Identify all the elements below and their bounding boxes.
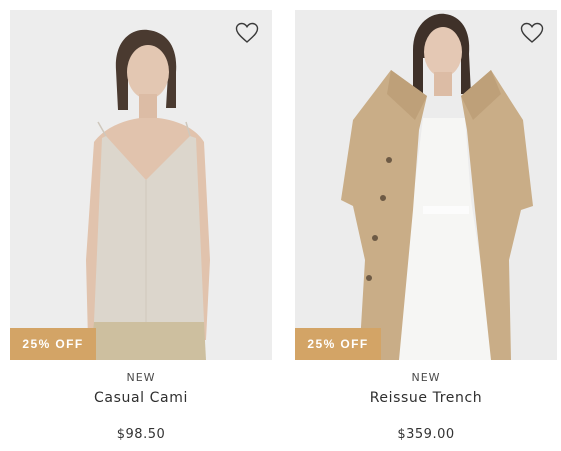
- model-photo: [295, 10, 557, 360]
- wishlist-heart-icon[interactable]: [519, 20, 545, 46]
- product-name-link[interactable]: Casual Cami: [10, 390, 272, 406]
- product-name-link[interactable]: Reissue Trench: [295, 390, 557, 406]
- product-price: $359.00: [397, 427, 455, 442]
- product-card-casual-cami[interactable]: 25% OFF NEW Casual Cami $98.50: [10, 0, 272, 451]
- discount-badge: 25% OFF: [295, 328, 381, 360]
- wishlist-heart-icon[interactable]: [234, 20, 260, 46]
- product-image-casual-cami[interactable]: 25% OFF: [10, 10, 272, 360]
- product-grid: 25% OFF NEW Casual Cami $98.50 25% OFF N…: [0, 0, 561, 451]
- discount-badge: 25% OFF: [10, 328, 96, 360]
- model-photo: [10, 10, 272, 360]
- product-image-reissue-trench[interactable]: 25% OFF: [295, 10, 557, 360]
- new-tag: NEW: [126, 371, 156, 384]
- product-price: $98.50: [116, 427, 166, 442]
- product-card-reissue-trench[interactable]: 25% OFF NEW Reissue Trench $359.00: [295, 0, 557, 451]
- new-tag: NEW: [411, 371, 441, 384]
